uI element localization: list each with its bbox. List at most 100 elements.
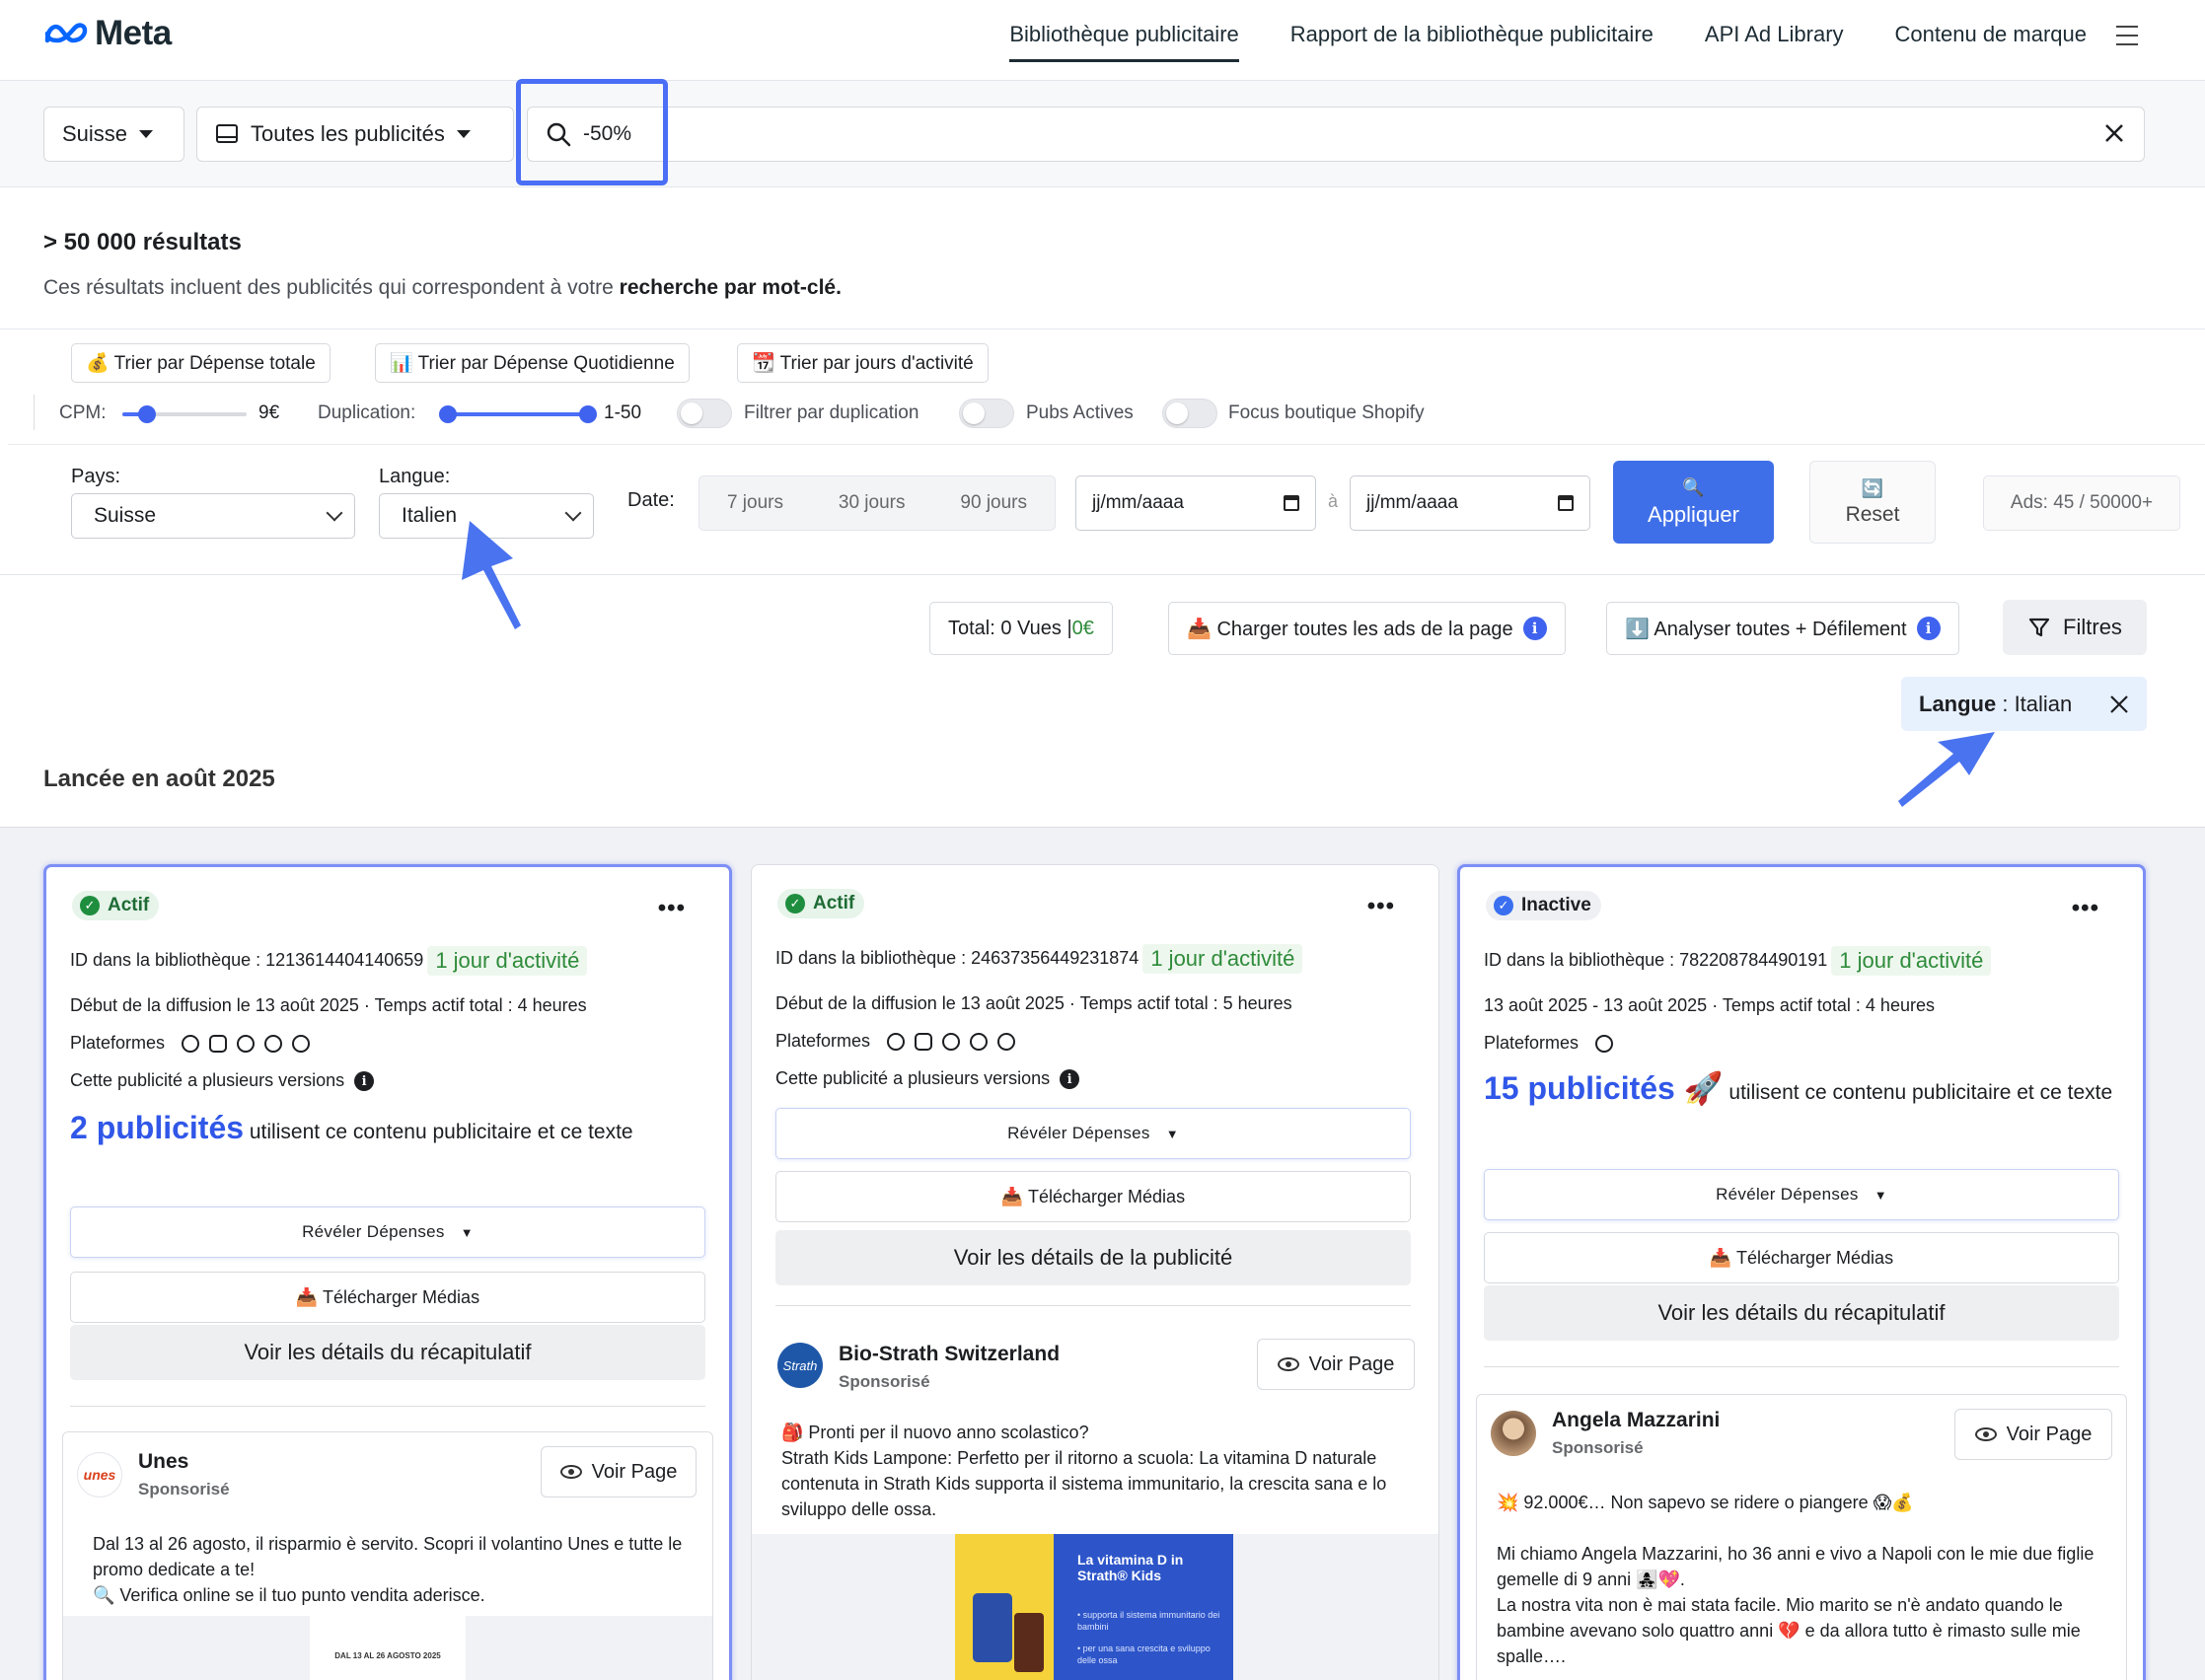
avatar[interactable]: Strath: [777, 1343, 823, 1388]
top-navigation: Meta Bibliothèque publicitaire Rapport d…: [0, 0, 2205, 81]
pays-select[interactable]: Suisse: [71, 493, 355, 539]
platforms-label: Plateformes: [775, 1031, 871, 1051]
chevron-down-icon: [326, 504, 343, 522]
download-media-button[interactable]: 📥 Télécharger Médias: [70, 1272, 705, 1323]
download-media-button[interactable]: 📥 Télécharger Médias: [775, 1171, 1411, 1222]
library-id: ID dans la bibliothèque : 24637356449231…: [775, 944, 1303, 974]
card-divider: [70, 1406, 705, 1407]
versions-text: Cette publicité a plusieurs versions: [775, 1068, 1051, 1088]
load-all-ads-button[interactable]: 📥 Charger toutes les ads de la page i: [1168, 602, 1566, 655]
platforms-label: Plateformes: [70, 1033, 166, 1053]
filters-label: Filtres: [2063, 615, 2122, 639]
download-media-button[interactable]: 📥 Télécharger Médias: [1484, 1232, 2119, 1283]
avatar[interactable]: unes: [77, 1452, 122, 1497]
ad-media-image[interactable]: La vitamina D in Strath® Kids • supporta…: [955, 1534, 1233, 1680]
calendar-icon[interactable]: [1558, 495, 1574, 511]
refresh-icon: 🔄: [1861, 477, 1884, 498]
sponsored-label: Sponsorisé: [138, 1480, 230, 1498]
meta-logo[interactable]: Meta: [43, 14, 172, 53]
view-page-button[interactable]: Voir Page: [1954, 1409, 2112, 1460]
reset-button[interactable]: 🔄 Reset: [1809, 461, 1936, 544]
date-from-input[interactable]: jj/mm/aaaa: [1075, 475, 1316, 531]
apply-button[interactable]: 🔍 Appliquer: [1613, 461, 1774, 544]
nav-branded-content[interactable]: Contenu de marque: [1895, 22, 2087, 62]
ad-type-select[interactable]: Toutes les publicités: [196, 107, 514, 162]
info-icon[interactable]: i: [1060, 1069, 1080, 1090]
library-id-text: ID dans la bibliothèque : 24637356449231…: [775, 947, 1139, 968]
threads-icon: [292, 1035, 311, 1054]
ads-count-rest: utilisent ce contenu publicitaire et ce …: [244, 1121, 633, 1143]
hamburger-menu-icon[interactable]: [2116, 26, 2138, 45]
ad-media-image[interactable]: DAL 13 AL 26 AGOSTO 2025: [310, 1616, 466, 1680]
duplication-slider[interactable]: [439, 405, 597, 423]
view-page-button[interactable]: Voir Page: [1257, 1339, 1415, 1390]
info-icon[interactable]: i: [1916, 617, 1941, 640]
active-ads-toggle[interactable]: [959, 399, 1014, 428]
search-highlight-box: [516, 79, 668, 185]
caret-down-icon: [139, 130, 154, 138]
info-icon[interactable]: i: [1522, 617, 1547, 640]
ad-media-area: DAL 13 AL 26 AGOSTO 2025: [63, 1616, 712, 1680]
triangle-down-icon: ▼: [1874, 1187, 1887, 1203]
duplication-max-handle[interactable]: [579, 405, 597, 423]
sort-total-spend-button[interactable]: 💰 Trier par Dépense totale: [71, 343, 331, 383]
chip-key: Langue: [1919, 691, 1997, 716]
reveal-spend-button[interactable]: Révéler Dépenses ▼: [775, 1108, 1411, 1159]
cpm-slider[interactable]: [122, 405, 247, 423]
avatar[interactable]: [1491, 1411, 1536, 1456]
eye-icon: [559, 1465, 582, 1479]
advertiser-name[interactable]: Bio-Strath Switzerland: [839, 1343, 1060, 1366]
library-id-text: ID dans la bibliothèque : 12136144041406…: [70, 949, 424, 970]
sort-days-active-button[interactable]: 📆 Trier par jours d'activité: [737, 343, 989, 383]
cpm-slider-handle[interactable]: [138, 405, 157, 423]
arrow-annotation-icon: [462, 521, 521, 629]
results-count: > 50 000 résultats: [43, 229, 242, 256]
calendar-icon[interactable]: [1284, 495, 1299, 511]
date-to-input[interactable]: jj/mm/aaaa: [1350, 475, 1590, 531]
advertiser-name[interactable]: Angela Mazzarini: [1552, 1409, 1720, 1432]
check-icon: ✓: [80, 896, 100, 915]
instagram-icon: [209, 1035, 228, 1054]
nav-ad-library-report[interactable]: Rapport de la bibliothèque publicitaire: [1290, 22, 1654, 62]
view-page-button[interactable]: Voir Page: [541, 1446, 697, 1497]
more-options-icon[interactable]: •••: [1367, 893, 1395, 920]
filter-divider: [8, 444, 2205, 445]
analyze-scroll-button[interactable]: ⬇️ Analyser toutes + Défilement i: [1606, 602, 1959, 655]
reveal-spend-button[interactable]: Révéler Dépenses ▼: [1484, 1169, 2119, 1220]
info-icon[interactable]: i: [354, 1071, 375, 1092]
platforms-row: Plateformes: [775, 1031, 1016, 1052]
clear-search-icon[interactable]: [2103, 122, 2125, 144]
advertiser-name[interactable]: Unes: [138, 1450, 188, 1474]
messenger-icon: [264, 1035, 283, 1054]
sort-daily-spend-button[interactable]: 📊 Trier par Dépense Quotidienne: [375, 343, 690, 383]
search-input[interactable]: -50%: [527, 107, 2145, 162]
audience-network-icon: [942, 1033, 961, 1052]
date-separator: à: [1328, 491, 1339, 511]
preset-7-days[interactable]: 7 jours: [727, 492, 783, 514]
more-options-icon[interactable]: •••: [658, 895, 686, 922]
filters-button[interactable]: Filtres: [2003, 600, 2147, 655]
duplication-min-handle[interactable]: [439, 405, 457, 423]
nav-ad-library-api[interactable]: API Ad Library: [1705, 22, 1844, 62]
total-views-text: Total: 0 Vues |: [948, 617, 1072, 639]
view-summary-button[interactable]: Voir les détails du récapitulatif: [70, 1325, 705, 1380]
analyze-scroll-label: ⬇️ Analyser toutes + Défilement: [1625, 618, 1907, 640]
reveal-spend-button[interactable]: Révéler Dépenses ▼: [70, 1206, 705, 1258]
close-icon[interactable]: [2109, 694, 2129, 714]
run-info: Début de la diffusion le 13 août 2025 · …: [70, 995, 587, 1015]
view-ad-details-button[interactable]: Voir les détails de la publicité: [775, 1230, 1411, 1285]
ad-body-text: 💥 92.000€… Non sapevo se ridere o piange…: [1497, 1490, 2114, 1669]
reveal-spend-label: Révéler Dépenses: [302, 1222, 445, 1241]
view-summary-button[interactable]: Voir les détails du récapitulatif: [1484, 1285, 2119, 1341]
nav-ad-library[interactable]: Bibliothèque publicitaire: [1009, 22, 1239, 62]
results-desc-bold: recherche par mot-clé.: [619, 276, 842, 299]
preset-30-days[interactable]: 30 jours: [839, 492, 906, 514]
platforms-row: Plateformes: [1484, 1033, 1614, 1054]
filter-duplication-toggle[interactable]: [677, 399, 732, 428]
preset-90-days[interactable]: 90 jours: [960, 492, 1027, 514]
platform-icons: [1595, 1035, 1614, 1054]
view-page-label: Voir Page: [591, 1460, 678, 1483]
more-options-icon[interactable]: •••: [2072, 895, 2099, 922]
shopify-focus-toggle[interactable]: [1162, 399, 1217, 428]
country-select[interactable]: Suisse: [43, 107, 184, 162]
